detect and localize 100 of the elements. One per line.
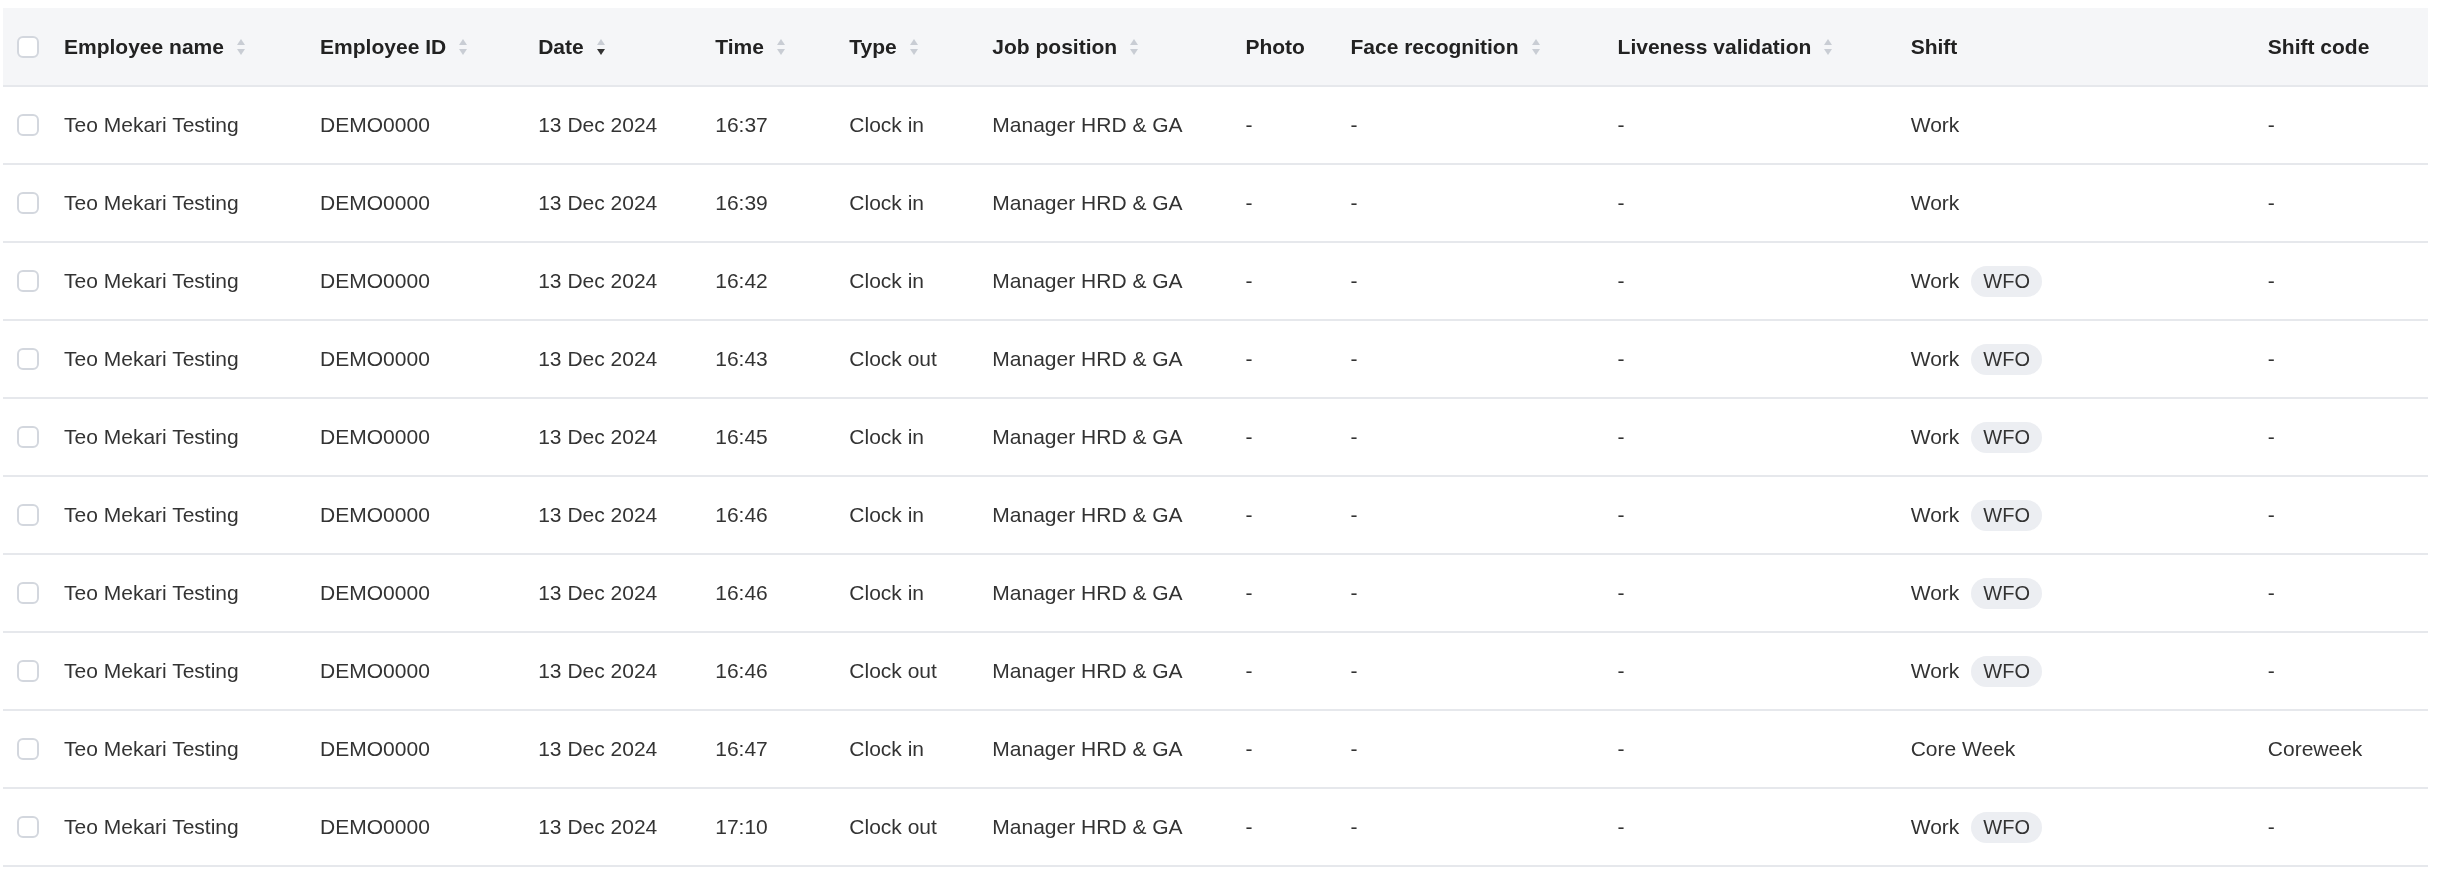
table-cell: Teo Mekari Testing xyxy=(56,554,313,632)
column-header[interactable]: Liveness validation xyxy=(1617,34,1812,59)
table-cell: Manager HRD & GA xyxy=(984,476,1238,554)
select-all-checkbox[interactable] xyxy=(17,35,39,58)
table-cell: - xyxy=(1342,164,1610,242)
table-cell: 13 Dec 2024 xyxy=(530,320,708,398)
row-checkbox[interactable] xyxy=(17,582,39,604)
table-cell: Manager HRD & GA xyxy=(984,320,1238,398)
table-cell: Teo Mekari Testing xyxy=(56,398,313,476)
shift-tag: WFO xyxy=(1971,265,2042,297)
table-cell: - xyxy=(1609,710,1903,788)
table-cell: Clock in xyxy=(841,164,985,242)
column-header[interactable]: Type xyxy=(849,34,897,59)
table-cell: DEMO0000 xyxy=(312,164,531,242)
table-cell: 16:45 xyxy=(707,398,842,476)
row-checkbox[interactable] xyxy=(17,114,39,136)
table-cell: Work xyxy=(1910,191,1960,215)
table-cell: - xyxy=(2259,476,2428,554)
table-cell: 13 Dec 2024 xyxy=(530,788,708,866)
table-cell: Clock in xyxy=(841,86,985,164)
table-cell: 13 Dec 2024 xyxy=(530,710,708,788)
table-cell: - xyxy=(1237,320,1343,398)
table-cell: 16:46 xyxy=(707,554,842,632)
table-cell: Work xyxy=(1910,581,1960,605)
row-checkbox[interactable] xyxy=(17,270,39,292)
table-cell: Manager HRD & GA xyxy=(984,86,1238,164)
table-cell: 13 Dec 2024 xyxy=(530,164,708,242)
table-cell: - xyxy=(1237,242,1343,320)
table-cell: - xyxy=(1342,710,1610,788)
table-cell: Clock in xyxy=(841,398,985,476)
table-cell: Work xyxy=(1910,347,1960,371)
table-cell: DEMO0000 xyxy=(312,788,531,866)
table-cell: - xyxy=(1237,554,1343,632)
column-header[interactable]: Employee ID xyxy=(320,34,447,59)
row-checkbox[interactable] xyxy=(17,816,39,838)
column-header[interactable]: Job position xyxy=(992,34,1118,59)
table-cell: - xyxy=(1342,476,1610,554)
table-cell: - xyxy=(1237,632,1343,710)
table-cell: Manager HRD & GA xyxy=(984,242,1238,320)
table-cell: Manager HRD & GA xyxy=(984,554,1238,632)
table-cell: DEMO0000 xyxy=(312,242,531,320)
table-cell: DEMO0000 xyxy=(312,86,531,164)
table-cell: - xyxy=(1237,476,1343,554)
table-cell: Teo Mekari Testing xyxy=(56,86,313,164)
table-cell: DEMO0000 xyxy=(312,554,531,632)
table-cell: - xyxy=(1609,320,1903,398)
row-checkbox[interactable] xyxy=(17,426,39,448)
table-cell: 13 Dec 2024 xyxy=(530,398,708,476)
sort-icon[interactable] xyxy=(595,37,606,56)
table-cell: 16:47 xyxy=(707,710,842,788)
row-checkbox[interactable] xyxy=(17,192,39,214)
row-checkbox[interactable] xyxy=(17,738,39,760)
table-cell: - xyxy=(1237,164,1343,242)
shift-tag: WFO xyxy=(1971,421,2042,453)
table-cell: DEMO0000 xyxy=(312,476,531,554)
table-cell: Teo Mekari Testing xyxy=(56,242,313,320)
row-checkbox[interactable] xyxy=(17,348,39,370)
column-header: Photo xyxy=(1245,34,1305,58)
table-cell: Work xyxy=(1910,269,1960,293)
table-cell: Work xyxy=(1910,425,1960,449)
table-cell: Clock in xyxy=(841,242,985,320)
table-cell: - xyxy=(1237,86,1343,164)
table-cell: - xyxy=(1609,476,1903,554)
table-cell: Clock in xyxy=(841,476,985,554)
column-header[interactable]: Time xyxy=(715,34,764,59)
table-cell: - xyxy=(1237,398,1343,476)
table-cell: Teo Mekari Testing xyxy=(56,788,313,866)
table-cell: Manager HRD & GA xyxy=(984,788,1238,866)
table-cell: 13 Dec 2024 xyxy=(530,476,708,554)
shift-tag: WFO xyxy=(1971,577,2042,609)
table-cell: - xyxy=(1342,632,1610,710)
table-cell: Teo Mekari Testing xyxy=(56,320,313,398)
column-header: Shift xyxy=(1910,34,1958,58)
table-cell: Clock in xyxy=(841,554,985,632)
shift-tag: WFO xyxy=(1971,343,2042,375)
shift-tag: WFO xyxy=(1971,811,2042,843)
table-cell: - xyxy=(1237,710,1343,788)
table-cell: - xyxy=(2259,398,2428,476)
table-cell: 13 Dec 2024 xyxy=(530,86,708,164)
table-cell: - xyxy=(1342,242,1610,320)
table-cell: Work xyxy=(1910,113,1960,137)
table-cell: - xyxy=(2259,788,2428,866)
table-cell: Manager HRD & GA xyxy=(984,164,1238,242)
column-header[interactable]: Date xyxy=(538,34,584,59)
row-checkbox[interactable] xyxy=(17,504,39,526)
table-cell: DEMO0000 xyxy=(312,398,531,476)
table-cell: Clock out xyxy=(841,632,985,710)
table-cell: - xyxy=(1609,554,1903,632)
table-cell: - xyxy=(2259,164,2428,242)
table-cell: 16:37 xyxy=(707,86,842,164)
table-cell: - xyxy=(1342,788,1610,866)
row-checkbox[interactable] xyxy=(17,660,39,682)
column-header[interactable]: Employee name xyxy=(64,34,224,59)
table-cell: Core Week xyxy=(1910,737,2016,761)
table-cell: 13 Dec 2024 xyxy=(530,242,708,320)
table-cell: - xyxy=(1609,164,1903,242)
table-cell: 13 Dec 2024 xyxy=(530,554,708,632)
column-header[interactable]: Face recognition xyxy=(1350,34,1519,59)
table-cell: Manager HRD & GA xyxy=(984,710,1238,788)
table-cell: - xyxy=(1342,86,1610,164)
